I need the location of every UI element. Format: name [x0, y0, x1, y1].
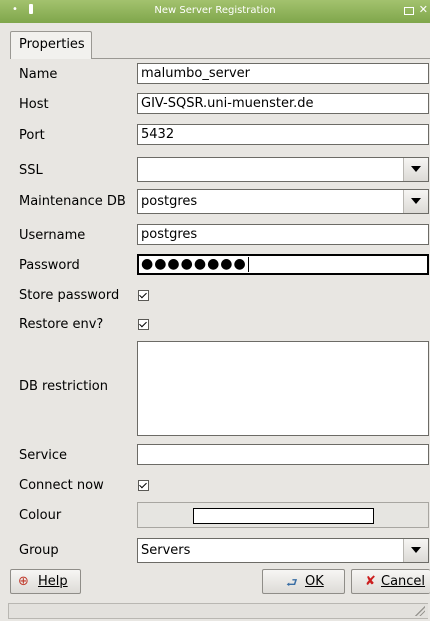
password-value: ●●●●●●●●	[141, 256, 247, 272]
port-label: Port	[19, 128, 45, 143]
group-select[interactable]: Servers	[137, 538, 429, 563]
properties-panel: Name malumbo_server Host GIV-SQSR.uni-mu…	[0, 59, 430, 567]
username-input[interactable]: postgres	[137, 224, 429, 245]
maintenance-db-select[interactable]: postgres	[137, 189, 429, 214]
ok-button[interactable]: ⮐ OK	[262, 569, 345, 594]
ssl-dropdown-arrow-icon[interactable]	[403, 158, 428, 181]
resize-grip-icon[interactable]	[415, 606, 425, 616]
ok-button-label: OK	[305, 574, 324, 589]
name-input[interactable]: malumbo_server	[137, 63, 429, 84]
db-restriction-textarea[interactable]	[137, 341, 429, 436]
cancel-button-label: Cancel	[381, 574, 426, 589]
connect-now-checkbox[interactable]	[138, 480, 149, 491]
port-input[interactable]: 5432	[137, 124, 429, 145]
password-input[interactable]: ●●●●●●●●	[137, 254, 429, 275]
name-label: Name	[19, 67, 58, 82]
username-label: Username	[19, 228, 86, 243]
host-label: Host	[19, 97, 49, 112]
cancel-x-icon: ✘	[365, 574, 376, 589]
group-dropdown-arrow-icon[interactable]	[403, 539, 428, 562]
window-title: New Server Registration	[154, 5, 276, 16]
port-value: 5432	[141, 127, 175, 142]
maximize-icon[interactable]	[404, 7, 414, 15]
service-input[interactable]	[137, 444, 429, 465]
window-titlebar[interactable]: • New Server Registration ✕	[0, 0, 430, 23]
help-button[interactable]: ⊕ Help	[10, 569, 81, 594]
tab-label: Properties	[19, 37, 85, 52]
ssl-select[interactable]	[137, 157, 429, 182]
maintenance-db-value: postgres	[141, 194, 198, 209]
group-label: Group	[19, 543, 59, 558]
host-value: GIV-SQSR.uni-muenster.de	[141, 96, 314, 111]
ok-arrow-icon: ⮐	[286, 576, 298, 591]
status-bar	[8, 603, 428, 619]
group-value: Servers	[141, 543, 191, 558]
connect-now-label: Connect now	[19, 478, 104, 493]
maintenance-db-label: Maintenance DB	[19, 194, 126, 209]
colour-swatch	[193, 508, 374, 524]
restore-env-checkbox[interactable]	[138, 319, 149, 330]
db-restriction-label: DB restriction	[19, 379, 108, 394]
password-label: Password	[19, 258, 80, 273]
store-password-checkbox[interactable]	[138, 290, 149, 301]
lifebuoy-icon: ⊕	[18, 574, 29, 589]
maintenance-db-dropdown-arrow-icon[interactable]	[403, 190, 428, 213]
cancel-button[interactable]: ✘ Cancel	[351, 569, 430, 594]
ssl-label: SSL	[19, 163, 43, 178]
name-value: malumbo_server	[141, 66, 251, 81]
text-cursor	[247, 256, 249, 272]
host-input[interactable]: GIV-SQSR.uni-muenster.de	[137, 93, 429, 114]
store-password-label: Store password	[19, 288, 120, 303]
tab-strip: Properties	[0, 23, 430, 59]
close-icon[interactable]: ✕	[419, 3, 428, 16]
restore-env-label: Restore env?	[19, 317, 104, 332]
dialog-button-row: ⊕ Help ⮐ OK ✘ Cancel	[0, 567, 430, 600]
tab-properties[interactable]: Properties	[10, 31, 92, 59]
colour-label: Colour	[19, 508, 62, 523]
help-button-label: Help	[38, 574, 68, 589]
username-value: postgres	[141, 227, 198, 242]
service-label: Service	[19, 448, 68, 463]
colour-button[interactable]	[137, 502, 429, 528]
